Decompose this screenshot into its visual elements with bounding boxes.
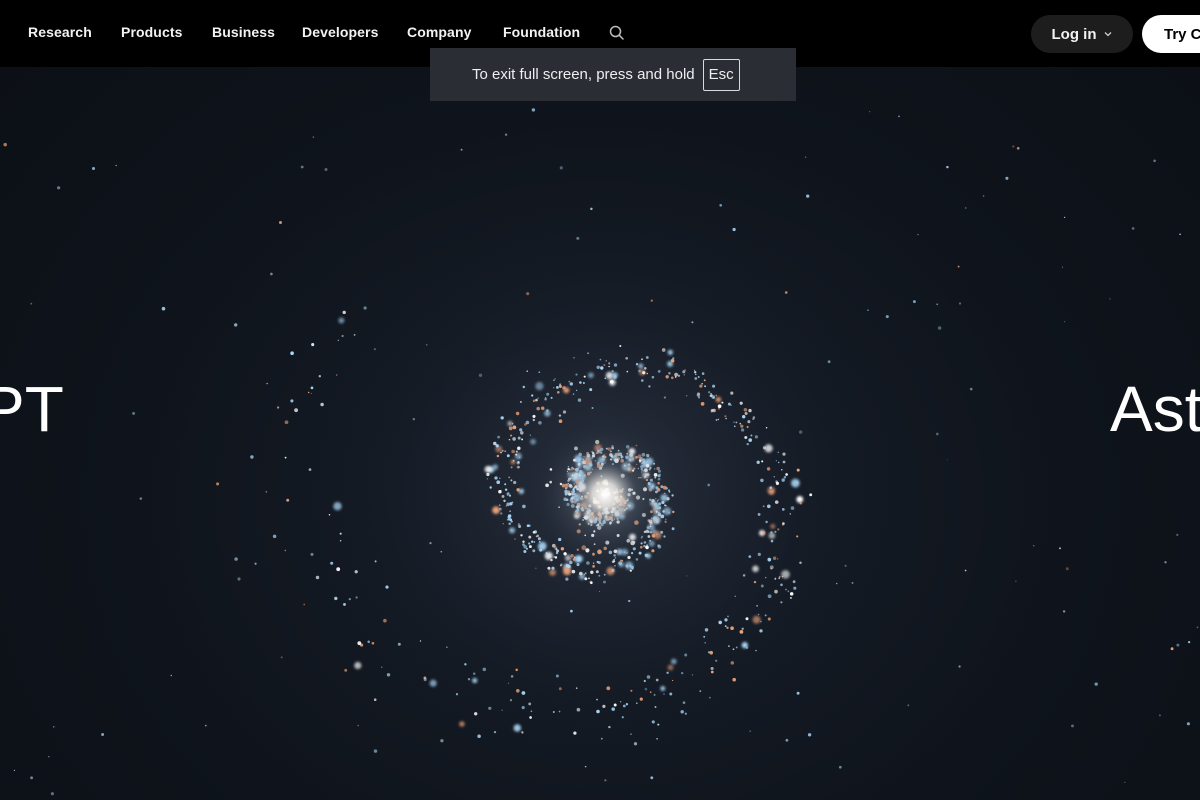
spiral-galaxy-animation	[3, 79, 1199, 796]
login-label: Log in	[1051, 25, 1097, 43]
login-button[interactable]: Log in	[1031, 15, 1133, 53]
nav-developers[interactable]: Developers	[302, 24, 378, 40]
nav-business[interactable]: Business	[212, 24, 275, 40]
nav-company[interactable]: Company	[407, 24, 472, 40]
chevron-down-icon	[1104, 32, 1111, 37]
hero-stage: PT Ast Research Products Business Develo…	[0, 0, 1200, 800]
esc-key-hint: Esc	[702, 58, 740, 91]
fullscreen-exit-notice: To exit full screen, press and hold Esc	[430, 48, 796, 101]
search-button[interactable]	[608, 24, 626, 42]
search-icon	[609, 25, 624, 40]
nav-products[interactable]: Products	[121, 24, 182, 40]
hero-headline-right: Ast	[1110, 373, 1200, 445]
nav-foundation[interactable]: Foundation	[503, 24, 580, 40]
hero-headline-left: PT	[0, 373, 64, 445]
try-chatgpt-label: Try ChatGPT	[1164, 25, 1200, 43]
galaxy-core	[535, 425, 675, 565]
fullscreen-message: To exit full screen, press and hold	[472, 66, 695, 83]
try-chatgpt-button[interactable]: Try ChatGPT	[1142, 15, 1200, 53]
nav-research[interactable]: Research	[28, 24, 92, 40]
